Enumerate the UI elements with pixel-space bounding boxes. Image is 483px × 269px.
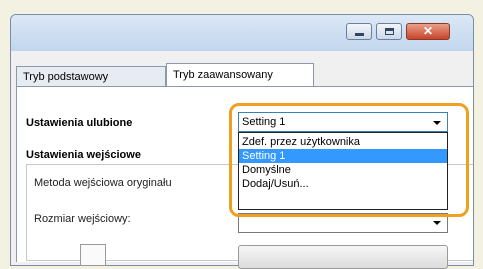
minimize-button[interactable] <box>346 23 372 40</box>
input-method-label: Metoda wejściowa oryginału <box>34 177 172 189</box>
input-size-label: Rozmiar wejściowy: <box>34 213 131 225</box>
favorite-settings-label: Ustawienia ulubione <box>26 117 133 129</box>
close-button[interactable]: ✕ <box>406 23 450 40</box>
minimize-icon <box>355 33 364 36</box>
maximize-icon <box>385 28 394 35</box>
tab-advanced-mode-label: Tryb zaawansowany <box>173 69 273 81</box>
chevron-down-icon <box>433 221 441 225</box>
tab-basic-mode-label: Tryb podstawowy <box>23 71 109 83</box>
input-settings-label: Ustawienia wejściowe <box>26 149 141 161</box>
document-icon <box>80 244 106 266</box>
tab-advanced-mode[interactable]: Tryb zaawansowany <box>166 63 314 87</box>
title-bar: ✕ <box>11 15 473 51</box>
preview-button[interactable] <box>238 245 448 269</box>
tab-basic-mode[interactable]: Tryb podstawowy <box>16 66 166 86</box>
maximize-button[interactable] <box>376 23 402 40</box>
callout-highlight <box>229 103 469 217</box>
close-icon: ✕ <box>422 24 434 38</box>
